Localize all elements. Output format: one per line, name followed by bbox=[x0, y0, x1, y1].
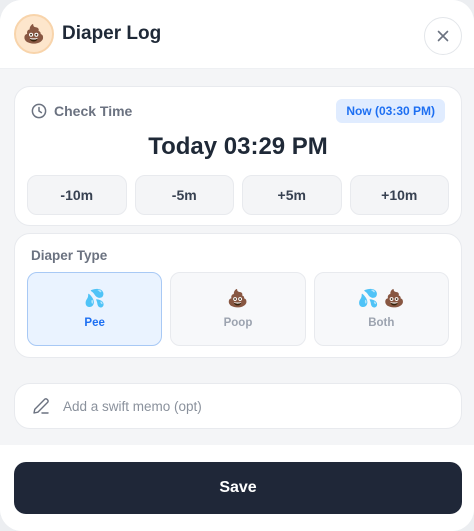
modal-title: Diaper Log bbox=[62, 23, 162, 44]
save-button[interactable]: Save bbox=[14, 462, 462, 514]
pencil-icon bbox=[31, 396, 51, 416]
close-icon bbox=[435, 28, 451, 44]
diaper-type-card: Diaper Type 💦 Pee 💩 Poop 💦 💩 Both bbox=[14, 233, 462, 358]
type-option-label: Poop bbox=[223, 317, 253, 329]
plus-10m-button[interactable]: +10m bbox=[349, 175, 449, 215]
selected-time-display: Today 03:29 PM bbox=[148, 133, 328, 160]
diaper-type-label: Diaper Type bbox=[31, 248, 108, 263]
check-time-label-row: Check Time bbox=[31, 103, 132, 119]
minus-10m-button[interactable]: -10m bbox=[27, 175, 127, 215]
type-option-both[interactable]: 💦 💩 Both bbox=[313, 272, 449, 346]
close-button[interactable] bbox=[424, 17, 462, 55]
modal-header: 💩 Diaper Log bbox=[0, 0, 474, 69]
clock-icon bbox=[31, 103, 47, 119]
check-time-card: Check Time Now (03:30 PM) Today 03:29 PM… bbox=[14, 86, 462, 226]
poop-avatar-icon: 💩 bbox=[14, 14, 54, 54]
type-option-pee[interactable]: 💦 Pee bbox=[27, 272, 163, 346]
now-time-button[interactable]: Now (03:30 PM) bbox=[336, 99, 445, 123]
type-option-poop[interactable]: 💩 Poop bbox=[170, 272, 306, 346]
plus-5m-button[interactable]: +5m bbox=[242, 175, 342, 215]
modal-body: Check Time Now (03:30 PM) Today 03:29 PM… bbox=[0, 69, 474, 445]
diaper-log-modal: 💩 Diaper Log Check Time Now (03:30 PM) T… bbox=[0, 0, 474, 531]
diaper-type-options: 💦 Pee 💩 Poop 💦 💩 Both bbox=[27, 272, 449, 346]
poop-icon: 💩 bbox=[227, 289, 249, 308]
modal-footer: Save bbox=[0, 445, 474, 531]
minus-5m-button[interactable]: -5m bbox=[134, 175, 234, 215]
check-time-label: Check Time bbox=[54, 103, 133, 119]
type-option-label: Both bbox=[368, 317, 395, 329]
memo-field[interactable] bbox=[14, 383, 462, 429]
memo-input[interactable] bbox=[63, 398, 423, 414]
time-adjust-row: -10m -5m +5m +10m bbox=[27, 175, 449, 215]
type-option-label: Pee bbox=[84, 317, 105, 329]
droplets-icon: 💦 bbox=[84, 289, 106, 308]
droplets-poop-icon: 💦 💩 bbox=[357, 289, 405, 308]
